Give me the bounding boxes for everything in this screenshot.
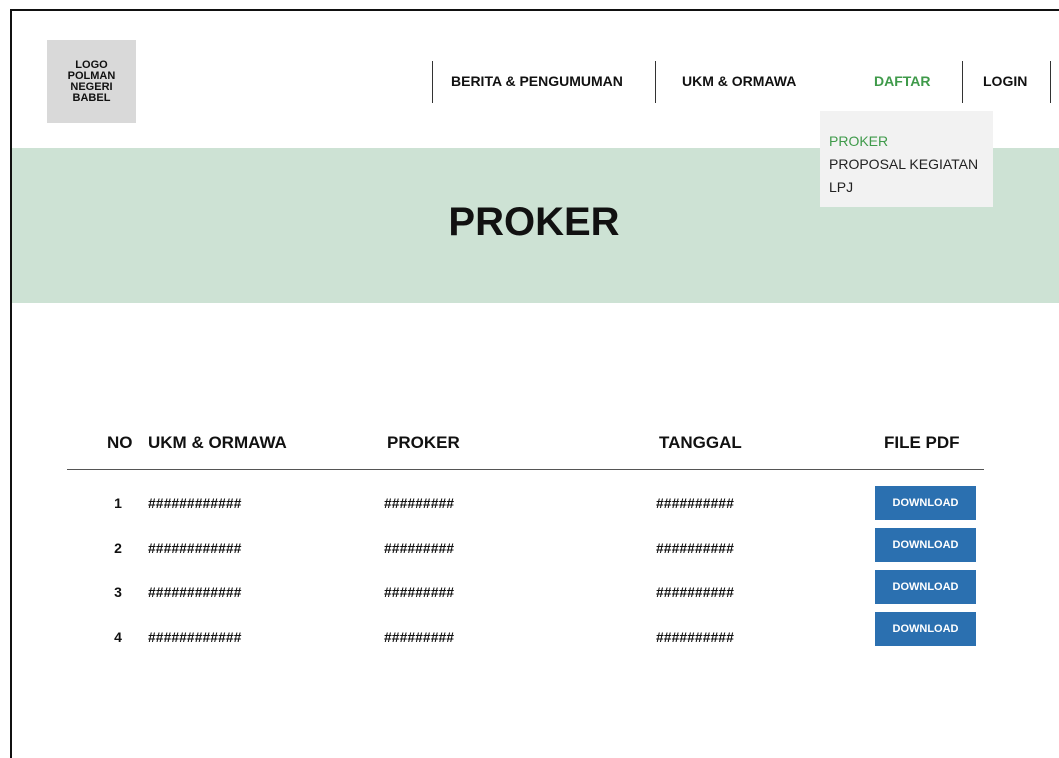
column-header-ukm-ormawa: UKM & ORMAWA xyxy=(148,433,287,452)
dropdown-item-lpj[interactable]: LPJ xyxy=(829,176,993,199)
row-proker: ######### xyxy=(384,584,455,600)
row-proker: ######### xyxy=(384,540,455,556)
logo-line: NEGERI xyxy=(70,80,113,93)
nav-divider xyxy=(962,61,963,103)
nav-divider xyxy=(432,61,433,103)
column-header-file-pdf: FILE PDF xyxy=(884,433,960,452)
daftar-dropdown-menu: PROKER PROPOSAL KEGIATAN LPJ xyxy=(820,111,993,207)
column-header-tanggal: TANGGAL xyxy=(659,433,742,452)
logo-line: LOGO xyxy=(75,58,108,71)
row-tanggal: ########## xyxy=(656,584,734,600)
nav-item-ukm-ormawa[interactable]: UKM & ORMAWA xyxy=(682,73,796,89)
download-button[interactable]: DOWNLOAD xyxy=(875,612,976,646)
row-no: 1 xyxy=(114,495,122,511)
row-no: 3 xyxy=(114,584,122,600)
dropdown-item-proker[interactable]: PROKER xyxy=(829,130,993,153)
download-button[interactable]: DOWNLOAD xyxy=(875,486,976,520)
nav-divider xyxy=(1050,61,1051,103)
column-header-no: NO xyxy=(107,433,133,452)
download-button[interactable]: DOWNLOAD xyxy=(875,528,976,562)
logo-line: BABEL xyxy=(72,91,111,104)
table-header-divider xyxy=(67,469,984,470)
column-header-proker: PROKER xyxy=(387,433,460,452)
row-no: 4 xyxy=(114,629,122,645)
dropdown-item-proposal-kegiatan[interactable]: PROPOSAL KEGIATAN xyxy=(829,153,993,176)
row-tanggal: ########## xyxy=(656,495,734,511)
row-ukm-ormawa: ############ xyxy=(148,629,242,645)
row-ukm-ormawa: ############ xyxy=(148,495,242,511)
row-tanggal: ########## xyxy=(656,629,734,645)
nav-item-login[interactable]: LOGIN xyxy=(983,73,1027,89)
nav-item-berita[interactable]: BERITA & PENGUMUMAN xyxy=(451,73,623,89)
row-proker: ######### xyxy=(384,629,455,645)
logo-text: LOGO POLMAN NEGERI BABEL xyxy=(67,58,116,104)
nav-divider xyxy=(655,61,656,103)
row-no: 2 xyxy=(114,540,122,556)
row-tanggal: ########## xyxy=(656,540,734,556)
row-ukm-ormawa: ############ xyxy=(148,540,242,556)
logo[interactable]: LOGO POLMAN NEGERI BABEL xyxy=(47,40,136,123)
nav-item-daftar[interactable]: DAFTAR xyxy=(874,73,931,89)
row-proker: ######### xyxy=(384,495,455,511)
download-button[interactable]: DOWNLOAD xyxy=(875,570,976,604)
logo-line: POLMAN xyxy=(67,69,116,82)
row-ukm-ormawa: ############ xyxy=(148,584,242,600)
